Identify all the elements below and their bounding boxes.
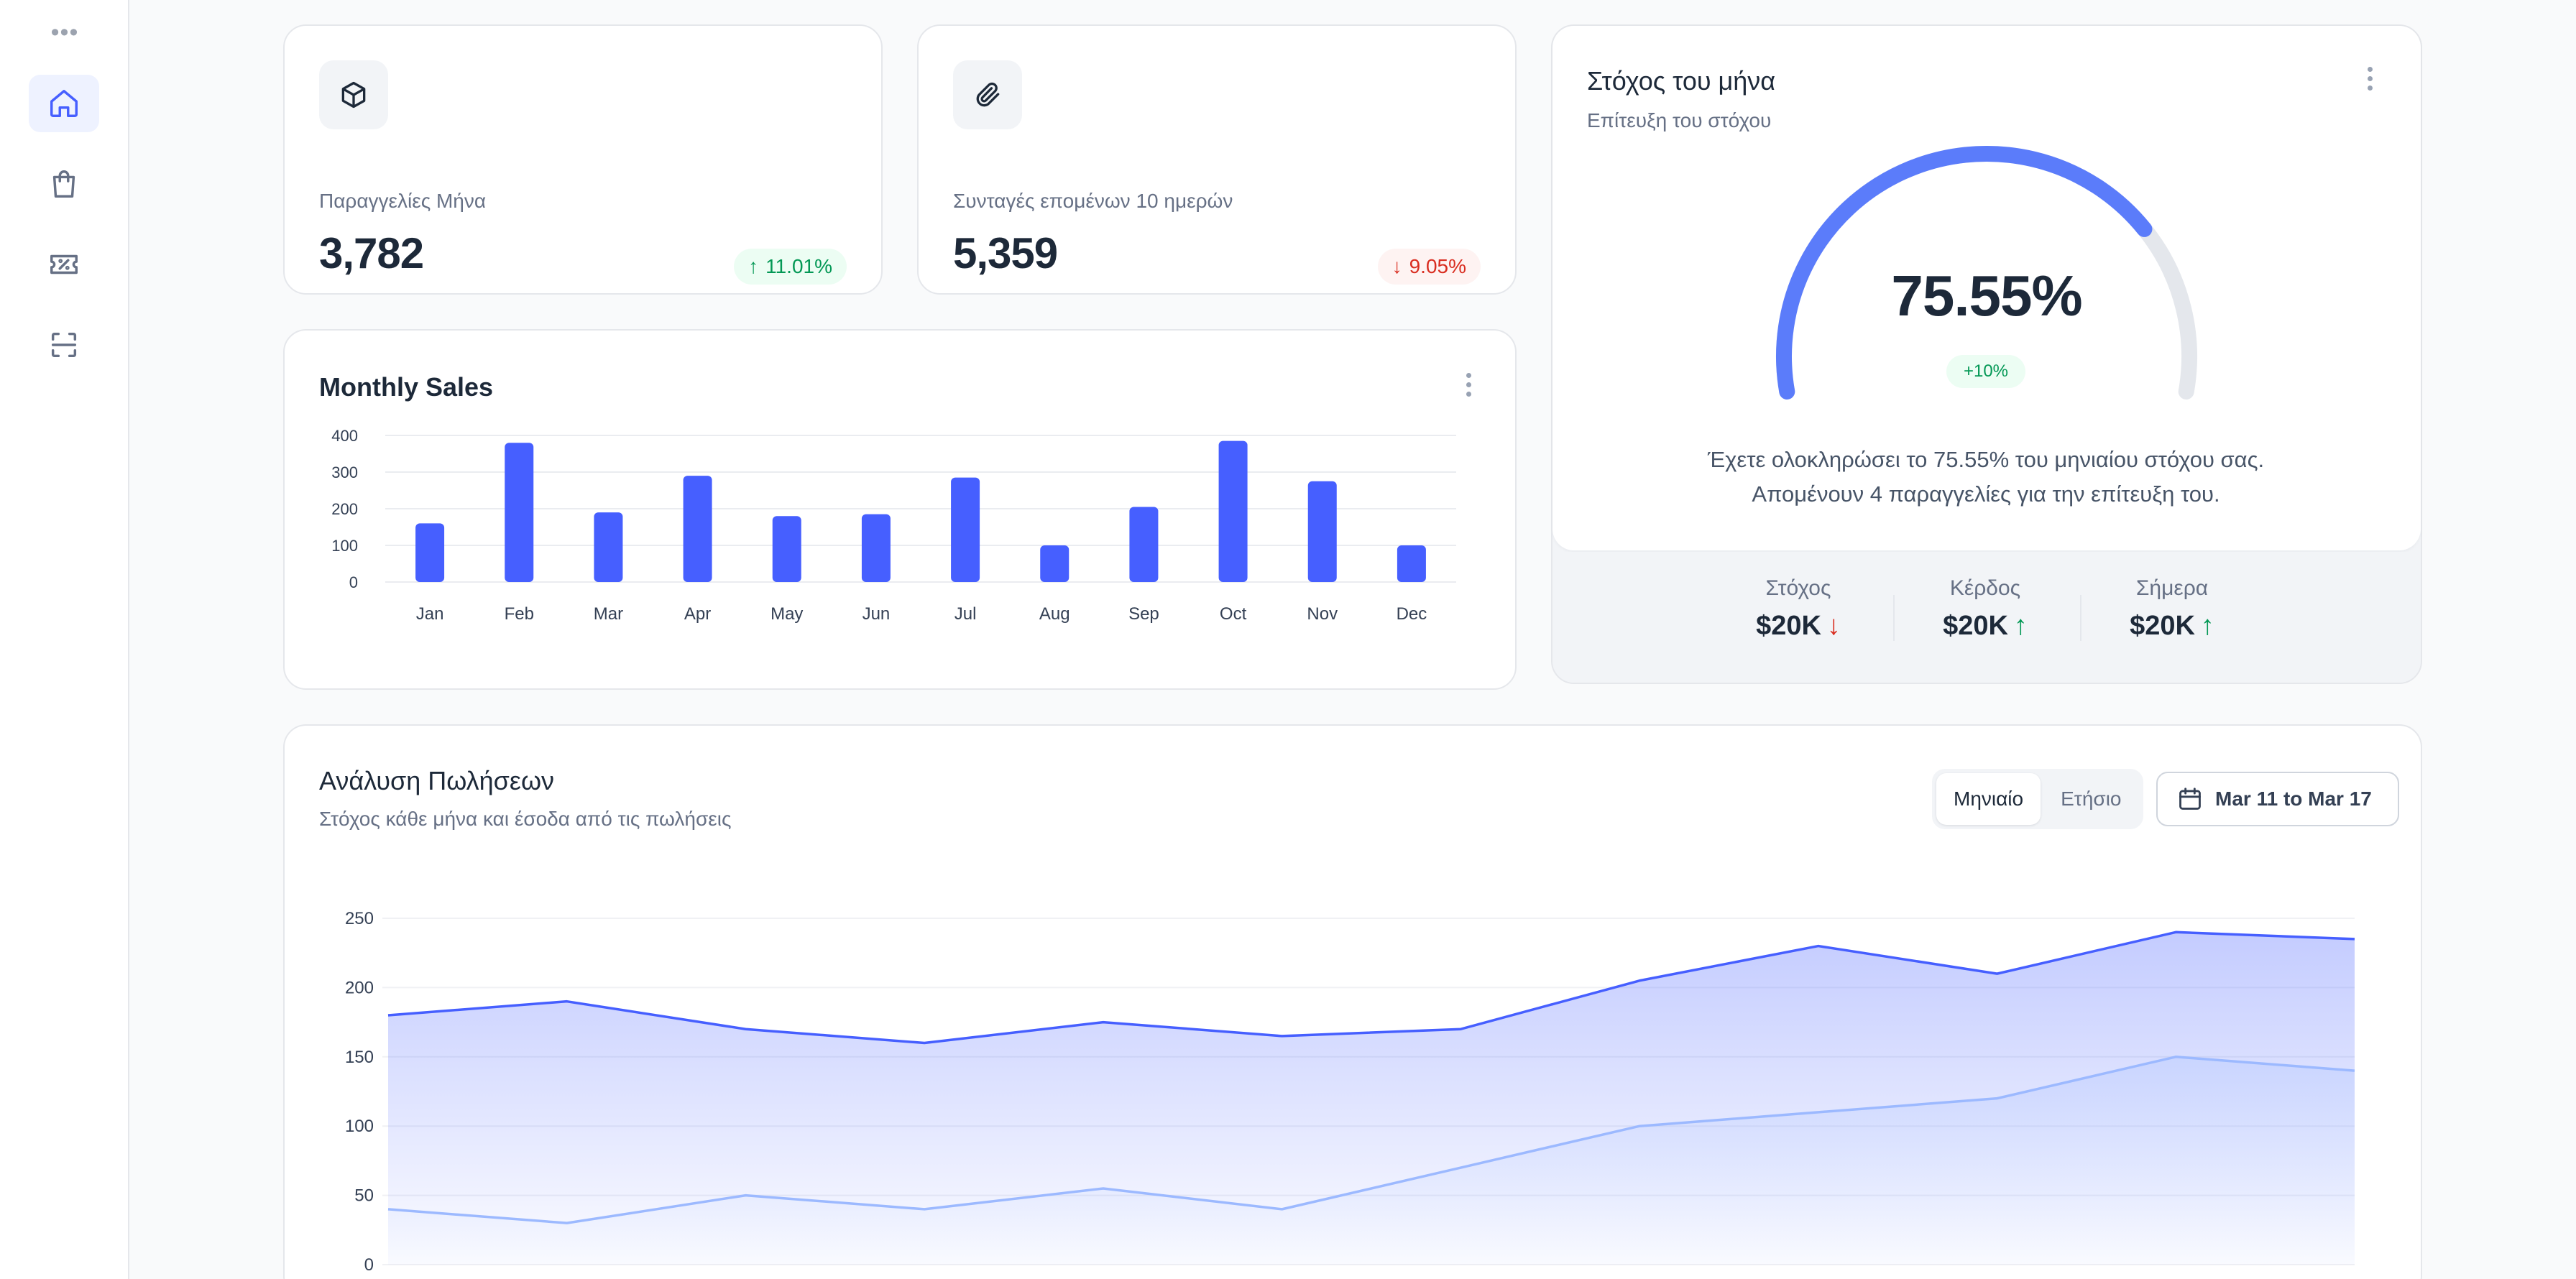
gauge-change-badge: +10% <box>1946 355 2025 388</box>
bar <box>772 516 801 582</box>
tab-monthly[interactable]: Μηνιαίο <box>1936 773 2041 825</box>
footer-label: Κέρδος <box>1949 576 2021 600</box>
footer-value: $20K <box>1943 611 2008 641</box>
y-tick-label: 0 <box>349 573 358 591</box>
x-tick-label: Apr <box>684 604 711 624</box>
x-tick-label: Mar <box>594 604 623 624</box>
footer-label: Στόχος <box>1765 576 1831 600</box>
more-options-icon[interactable] <box>1458 366 1479 402</box>
bar <box>1218 440 1248 582</box>
x-tick-label: Nov <box>1307 604 1338 624</box>
x-tick-label: Aug <box>1039 604 1070 624</box>
box-icon-container <box>319 60 388 129</box>
bar <box>594 512 623 582</box>
card-subtitle: Στόχος κάθε μήνα και έσοδα από τις πωλήσ… <box>319 808 732 830</box>
metric-label: Συνταγές επομένων 10 ημερών <box>953 190 1233 212</box>
metric-card-orders: Παραγγελίες Μήνα 3,782 ↑ 11.01% <box>283 24 883 295</box>
bar <box>861 514 891 582</box>
scan-icon <box>51 332 77 358</box>
footer-value: $20K <box>1756 611 1821 641</box>
x-tick-label: Sep <box>1128 604 1159 624</box>
x-tick-label: Jun <box>862 604 891 624</box>
ticket-icon <box>50 254 78 274</box>
target-message: Έχετε ολοκληρώσει το 75.55% του μηνιαίου… <box>1707 447 2265 507</box>
bar <box>1307 481 1337 582</box>
metric-card-prescriptions: Συνταγές επομένων 10 ημερών 5,359 ↓ 9.05% <box>917 24 1517 295</box>
footer-item-profit: Κέρδος $20K ↑ <box>1899 576 2071 642</box>
x-tick-label: Oct <box>1220 604 1247 624</box>
card-title: Monthly Sales <box>319 372 494 402</box>
gauge-percent: 75.55% <box>1891 264 2082 328</box>
home-icon <box>50 90 78 117</box>
tab-yearly[interactable]: Ετήσιο <box>2043 773 2138 825</box>
metric-change-value: 11.01% <box>765 255 832 277</box>
monthly-sales-card: Monthly Sales 0 100 200 300 400 Jan Feb Mar Apr M… <box>283 329 1517 690</box>
bar <box>1040 545 1070 582</box>
metric-value: 3,782 <box>319 229 424 277</box>
divider <box>2080 595 2082 641</box>
footer-value: $20K <box>2130 611 2195 641</box>
monthly-target-card: Στόχος του μήνα Επίτευξη του στόχου 75.5… <box>1551 24 2422 684</box>
metric-change-badge: ↓ 9.05% <box>1377 249 1481 285</box>
y-tick-label: 0 <box>364 1255 374 1275</box>
sales-analysis-chart: 0 50 100 150 200 250 <box>345 909 2355 1275</box>
box-icon <box>341 81 366 108</box>
divider <box>1893 595 1895 641</box>
x-tick-label: Feb <box>505 604 534 624</box>
arrow-down-icon: ↓ <box>1392 255 1402 277</box>
metric-label: Παραγγελίες Μήνα <box>319 190 487 212</box>
sidebar-item-scan[interactable] <box>29 316 99 374</box>
x-tick-label: May <box>770 604 803 624</box>
y-tick-label: 250 <box>345 909 374 928</box>
paperclip-icon <box>976 82 1000 107</box>
bar <box>1397 545 1426 582</box>
footer-item-today: Σήμερα $20K ↑ <box>2086 576 2258 642</box>
calendar-icon <box>2179 788 2201 810</box>
sidebar-item-orders[interactable] <box>29 155 99 213</box>
card-title: Ανάλυση Πωλήσεων <box>319 766 555 795</box>
sidebar-item-coupons[interactable] <box>29 236 99 293</box>
bar <box>951 477 980 582</box>
y-tick-label: 50 <box>354 1186 374 1206</box>
date-range-picker[interactable]: Mar 11 to Mar 17 <box>2156 772 2399 826</box>
arrow-up-icon: ↑ <box>2013 611 2028 641</box>
metric-change-value: 9.05% <box>1409 255 1466 277</box>
sidebar: ••• <box>0 0 129 1279</box>
sales-analysis-card: Ανάλυση Πωλήσεων Στόχος κάθε μήνα και έσ… <box>283 724 2422 1279</box>
paperclip-icon-container <box>953 60 1022 129</box>
y-tick-label: 100 <box>345 1117 374 1136</box>
y-tick-label: 400 <box>331 427 358 445</box>
metric-value: 5,359 <box>953 229 1058 277</box>
x-tick-label: Jul <box>954 604 977 624</box>
more-dots-icon[interactable]: ••• <box>50 20 79 45</box>
y-tick-label: 200 <box>331 500 358 518</box>
monthly-sales-chart: 0 100 200 300 400 Jan Feb Mar Apr May Jun Jul Aug Sep… <box>331 427 1456 624</box>
shopping-bag-icon <box>52 170 75 198</box>
target-footer: Στόχος $20K ↓ Κέρδος $20K ↑ Σήμερα $20K ↑ <box>1552 552 2421 683</box>
metric-change-badge: ↑ 11.01% <box>734 249 847 285</box>
bar <box>683 476 712 582</box>
y-tick-label: 200 <box>345 978 374 997</box>
footer-item-target: Στόχος $20K ↓ <box>1712 576 1885 642</box>
bar <box>1129 507 1159 582</box>
target-main-panel: Στόχος του μήνα Επίτευξη του στόχου 75.5… <box>1552 26 2421 550</box>
date-range-label: Mar 11 to Mar 17 <box>2215 788 2372 810</box>
x-tick-label: Jan <box>416 604 444 624</box>
y-tick-label: 100 <box>331 537 358 555</box>
period-toggle: Μηνιαίο Ετήσιο <box>1932 769 2143 829</box>
y-tick-label: 150 <box>345 1048 374 1067</box>
x-tick-label: Dec <box>1397 604 1427 624</box>
y-tick-label: 300 <box>331 463 358 481</box>
arrow-up-icon: ↑ <box>748 255 759 277</box>
footer-label: Σήμερα <box>2135 576 2209 600</box>
bar <box>505 443 534 582</box>
arrow-down-icon: ↓ <box>1826 611 1841 641</box>
bar <box>415 523 445 582</box>
sidebar-item-home[interactable] <box>29 75 99 132</box>
arrow-up-icon: ↑ <box>2200 611 2214 641</box>
